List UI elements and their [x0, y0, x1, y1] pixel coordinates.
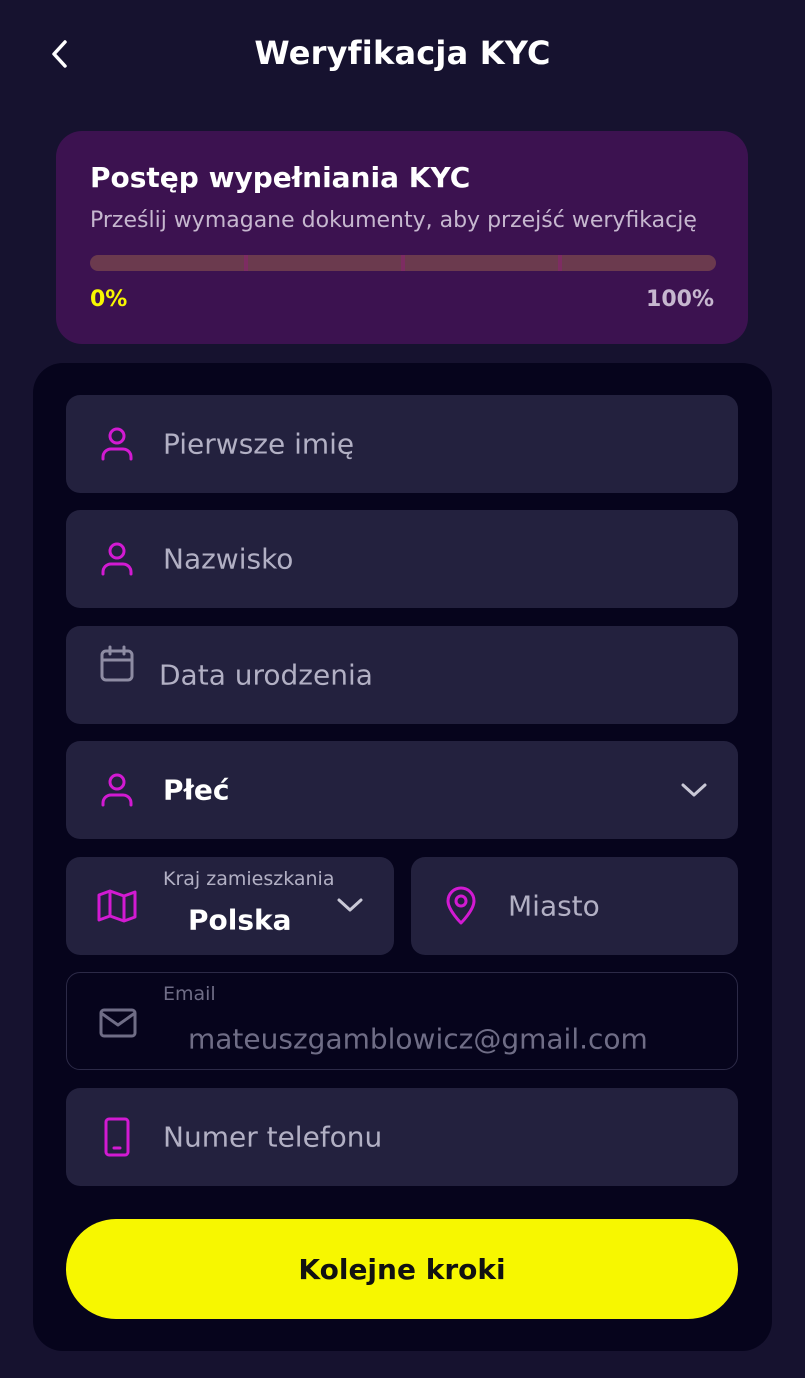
- progress-bar-divider: [558, 255, 562, 271]
- progress-max-label: 100%: [646, 287, 714, 312]
- location-pin-icon: [444, 886, 478, 926]
- chevron-down-icon: [336, 897, 364, 913]
- last-name-placeholder: Nazwisko: [163, 542, 294, 576]
- email-label: Email: [163, 983, 216, 1005]
- phone-icon: [104, 1117, 130, 1157]
- next-steps-button[interactable]: Kolejne kroki: [66, 1219, 738, 1319]
- kyc-progress-card: Postęp wypełniania KYC Prześlij wymagane…: [56, 131, 748, 344]
- user-icon: [100, 541, 134, 577]
- user-icon: [100, 426, 134, 462]
- progress-subtitle: Prześlij wymagane dokumenty, aby przejść…: [90, 208, 697, 233]
- progress-title: Postęp wypełniania KYC: [90, 161, 471, 194]
- first-name-field[interactable]: Pierwsze imię: [66, 395, 738, 493]
- map-icon: [96, 888, 138, 924]
- email-field[interactable]: Email mateuszgamblowicz@gmail.com: [66, 972, 738, 1070]
- page-title: Weryfikacja KYC: [254, 34, 551, 72]
- city-field[interactable]: Miasto: [411, 857, 738, 955]
- user-icon: [100, 772, 134, 808]
- birth-date-field[interactable]: Data urodzenia: [66, 626, 738, 724]
- chevron-down-icon: [680, 782, 708, 798]
- top-bar: Weryfikacja KYC: [0, 0, 805, 110]
- progress-bar: [90, 255, 716, 271]
- country-select[interactable]: Kraj zamieszkania Polska: [66, 857, 394, 955]
- email-value: mateuszgamblowicz@gmail.com: [188, 1022, 648, 1056]
- country-label: Kraj zamieszkania: [163, 868, 335, 890]
- gender-value: Płeć: [163, 773, 230, 807]
- gender-select[interactable]: Płeć: [66, 741, 738, 839]
- country-value: Polska: [188, 903, 292, 937]
- last-name-field[interactable]: Nazwisko: [66, 510, 738, 608]
- first-name-placeholder: Pierwsze imię: [163, 427, 355, 461]
- progress-bar-divider: [401, 255, 405, 271]
- progress-bar-divider: [244, 255, 248, 271]
- calendar-icon: [99, 645, 135, 683]
- birth-date-placeholder: Data urodzenia: [159, 658, 373, 692]
- progress-min-label: 0%: [90, 287, 128, 312]
- phone-placeholder: Numer telefonu: [163, 1120, 383, 1154]
- phone-field[interactable]: Numer telefonu: [66, 1088, 738, 1186]
- mail-icon: [98, 1007, 138, 1039]
- city-placeholder: Miasto: [508, 889, 600, 923]
